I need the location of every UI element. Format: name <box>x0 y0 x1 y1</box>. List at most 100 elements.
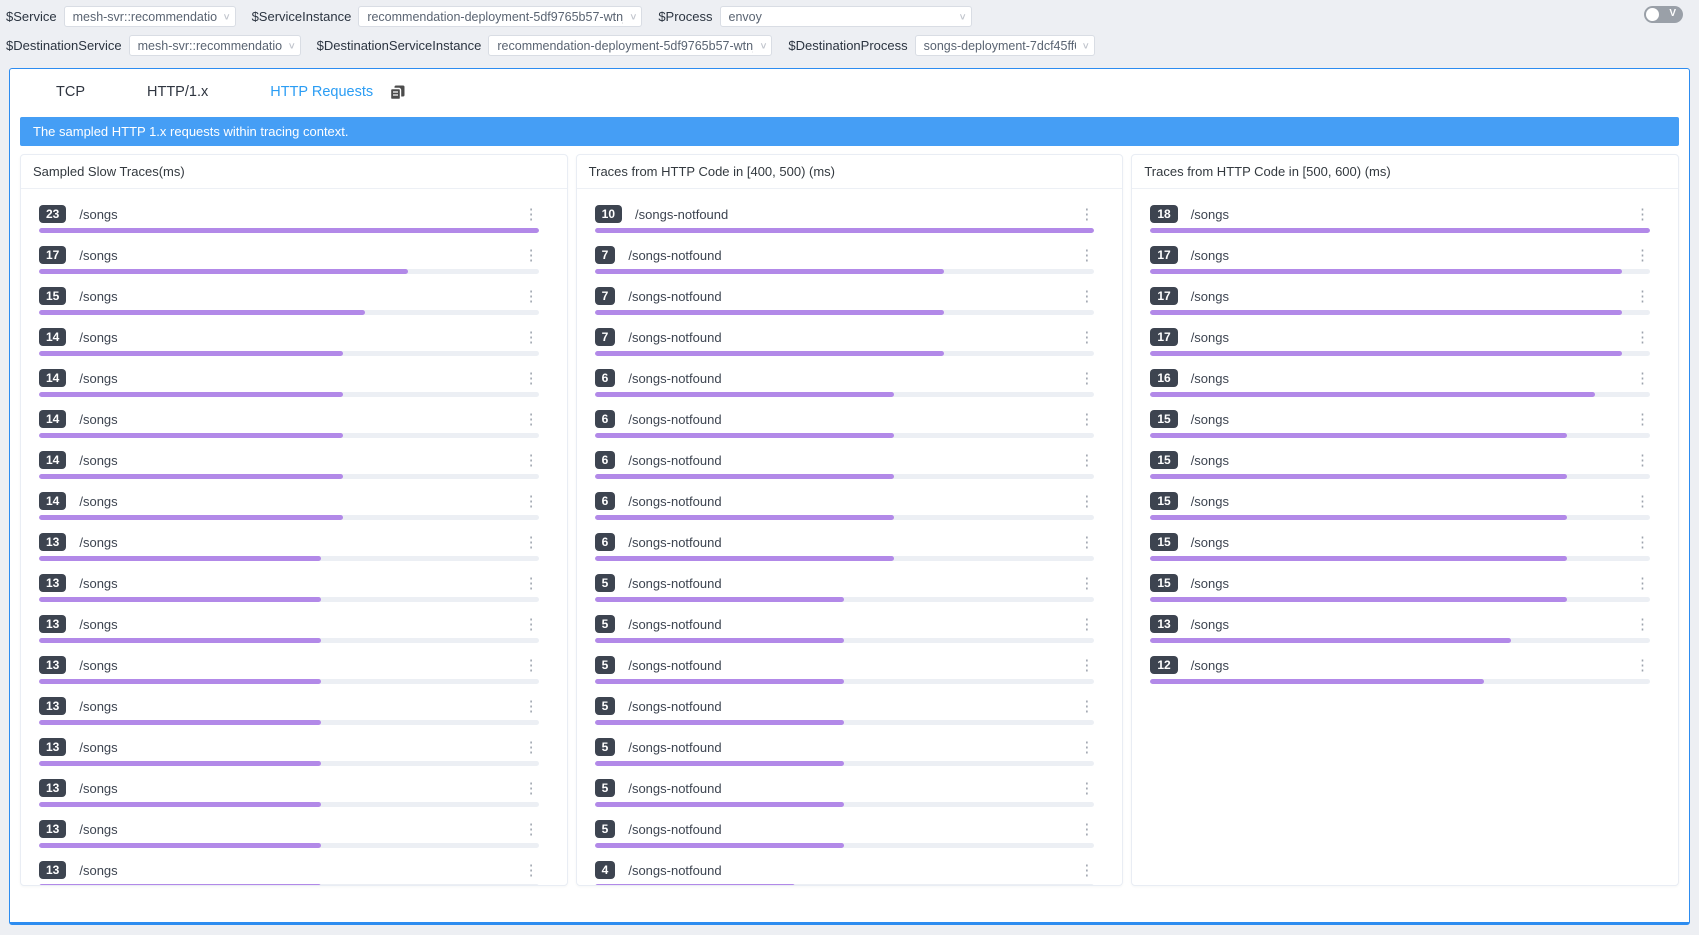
trace-row[interactable]: 6/songs-notfound⋮ <box>595 491 1095 520</box>
trace-row[interactable]: 5/songs-notfound⋮ <box>595 655 1095 684</box>
process-select[interactable]: envoy∨ <box>720 6 972 27</box>
more-options-icon[interactable]: ⋮ <box>1079 208 1094 221</box>
tab-http-1-x[interactable]: HTTP/1.x <box>147 84 208 100</box>
trace-row[interactable]: 13/songs⋮ <box>39 819 539 848</box>
trace-row[interactable]: 13/songs⋮ <box>39 778 539 807</box>
trace-row[interactable]: 17/songs⋮ <box>1150 245 1650 274</box>
more-options-icon[interactable]: ⋮ <box>1079 536 1094 549</box>
destinationservice-select[interactable]: mesh-svr::recommendation∨ <box>129 35 301 56</box>
trace-row[interactable]: 5/songs-notfound⋮ <box>595 737 1095 766</box>
trace-row[interactable]: 5/songs-notfound⋮ <box>595 778 1095 807</box>
trace-row[interactable]: 12/songs⋮ <box>1150 655 1650 684</box>
more-options-icon[interactable]: ⋮ <box>524 659 539 672</box>
more-options-icon[interactable]: ⋮ <box>1635 659 1650 672</box>
value-labels-toggle[interactable]: V <box>1644 6 1683 23</box>
more-options-icon[interactable]: ⋮ <box>524 741 539 754</box>
more-options-icon[interactable]: ⋮ <box>1635 208 1650 221</box>
trace-row[interactable]: 13/songs⋮ <box>39 655 539 684</box>
more-options-icon[interactable]: ⋮ <box>1635 249 1650 262</box>
more-options-icon[interactable]: ⋮ <box>1079 331 1094 344</box>
more-options-icon[interactable]: ⋮ <box>1635 413 1650 426</box>
more-options-icon[interactable]: ⋮ <box>1079 454 1094 467</box>
more-options-icon[interactable]: ⋮ <box>1635 577 1650 590</box>
more-options-icon[interactable]: ⋮ <box>1079 823 1094 836</box>
more-options-icon[interactable]: ⋮ <box>1635 372 1650 385</box>
more-options-icon[interactable]: ⋮ <box>1079 495 1094 508</box>
trace-row[interactable]: 10/songs-notfound⋮ <box>595 204 1095 233</box>
trace-row[interactable]: 23/songs⋮ <box>39 204 539 233</box>
trace-row[interactable]: 15/songs⋮ <box>1150 491 1650 520</box>
more-options-icon[interactable]: ⋮ <box>1079 618 1094 631</box>
tab-tcp[interactable]: TCP <box>56 84 85 100</box>
more-options-icon[interactable]: ⋮ <box>1635 536 1650 549</box>
more-options-icon[interactable]: ⋮ <box>524 782 539 795</box>
more-options-icon[interactable]: ⋮ <box>524 536 539 549</box>
trace-row[interactable]: 13/songs⋮ <box>39 860 539 885</box>
more-options-icon[interactable]: ⋮ <box>524 413 539 426</box>
trace-row[interactable]: 15/songs⋮ <box>1150 409 1650 438</box>
more-options-icon[interactable]: ⋮ <box>524 249 539 262</box>
more-options-icon[interactable]: ⋮ <box>524 372 539 385</box>
trace-row[interactable]: 13/songs⋮ <box>39 614 539 643</box>
trace-row[interactable]: 13/songs⋮ <box>39 532 539 561</box>
more-options-icon[interactable]: ⋮ <box>1079 741 1094 754</box>
trace-row[interactable]: 7/songs-notfound⋮ <box>595 245 1095 274</box>
trace-row[interactable]: 13/songs⋮ <box>39 573 539 602</box>
trace-row[interactable]: 13/songs⋮ <box>1150 614 1650 643</box>
trace-row[interactable]: 15/songs⋮ <box>1150 573 1650 602</box>
more-options-icon[interactable]: ⋮ <box>1635 454 1650 467</box>
trace-row[interactable]: 4/songs-notfound⋮ <box>595 860 1095 885</box>
more-options-icon[interactable]: ⋮ <box>1079 249 1094 262</box>
trace-row[interactable]: 5/songs-notfound⋮ <box>595 573 1095 602</box>
destinationserviceinstance-select[interactable]: recommendation-deployment-5df9765b57-wtn… <box>488 35 772 56</box>
trace-row[interactable]: 7/songs-notfound⋮ <box>595 286 1095 315</box>
more-options-icon[interactable]: ⋮ <box>1079 659 1094 672</box>
more-options-icon[interactable]: ⋮ <box>524 618 539 631</box>
trace-row[interactable]: 13/songs⋮ <box>39 696 539 725</box>
trace-row[interactable]: 17/songs⋮ <box>1150 327 1650 356</box>
trace-row[interactable]: 17/songs⋮ <box>1150 286 1650 315</box>
more-options-icon[interactable]: ⋮ <box>1635 331 1650 344</box>
more-options-icon[interactable]: ⋮ <box>1079 290 1094 303</box>
more-options-icon[interactable]: ⋮ <box>524 864 539 877</box>
trace-row[interactable]: 14/songs⋮ <box>39 327 539 356</box>
more-options-icon[interactable]: ⋮ <box>1079 372 1094 385</box>
more-options-icon[interactable]: ⋮ <box>524 454 539 467</box>
trace-row[interactable]: 5/songs-notfound⋮ <box>595 819 1095 848</box>
trace-row[interactable]: 15/songs⋮ <box>1150 450 1650 479</box>
more-options-icon[interactable]: ⋮ <box>524 700 539 713</box>
trace-row[interactable]: 7/songs-notfound⋮ <box>595 327 1095 356</box>
destinationprocess-select[interactable]: songs-deployment-7dcf45ff67-g∨ <box>915 35 1095 56</box>
trace-row[interactable]: 14/songs⋮ <box>39 491 539 520</box>
trace-row[interactable]: 6/songs-notfound⋮ <box>595 532 1095 561</box>
more-options-icon[interactable]: ⋮ <box>1079 413 1094 426</box>
more-options-icon[interactable]: ⋮ <box>524 495 539 508</box>
trace-row[interactable]: 14/songs⋮ <box>39 450 539 479</box>
trace-row[interactable]: 17/songs⋮ <box>39 245 539 274</box>
trace-row[interactable]: 16/songs⋮ <box>1150 368 1650 397</box>
trace-row[interactable]: 14/songs⋮ <box>39 409 539 438</box>
more-options-icon[interactable]: ⋮ <box>1079 864 1094 877</box>
more-options-icon[interactable]: ⋮ <box>524 208 539 221</box>
trace-row[interactable]: 6/songs-notfound⋮ <box>595 450 1095 479</box>
tab-http-requests[interactable]: HTTP Requests <box>270 84 373 100</box>
more-options-icon[interactable]: ⋮ <box>524 823 539 836</box>
more-options-icon[interactable]: ⋮ <box>524 331 539 344</box>
more-options-icon[interactable]: ⋮ <box>524 290 539 303</box>
service-select[interactable]: mesh-svr::recommendation∨ <box>64 6 236 27</box>
trace-row[interactable]: 15/songs⋮ <box>1150 532 1650 561</box>
trace-row[interactable]: 6/songs-notfound⋮ <box>595 409 1095 438</box>
trace-row[interactable]: 5/songs-notfound⋮ <box>595 696 1095 725</box>
trace-row[interactable]: 14/songs⋮ <box>39 368 539 397</box>
trace-row[interactable]: 18/songs⋮ <box>1150 204 1650 233</box>
trace-row[interactable]: 15/songs⋮ <box>39 286 539 315</box>
more-options-icon[interactable]: ⋮ <box>1079 700 1094 713</box>
copy-icon[interactable] <box>389 84 406 101</box>
trace-row[interactable]: 5/songs-notfound⋮ <box>595 614 1095 643</box>
serviceinstance-select[interactable]: recommendation-deployment-5df9765b57-wtn… <box>358 6 642 27</box>
more-options-icon[interactable]: ⋮ <box>1635 290 1650 303</box>
trace-row[interactable]: 13/songs⋮ <box>39 737 539 766</box>
more-options-icon[interactable]: ⋮ <box>1079 577 1094 590</box>
more-options-icon[interactable]: ⋮ <box>1635 618 1650 631</box>
more-options-icon[interactable]: ⋮ <box>524 577 539 590</box>
